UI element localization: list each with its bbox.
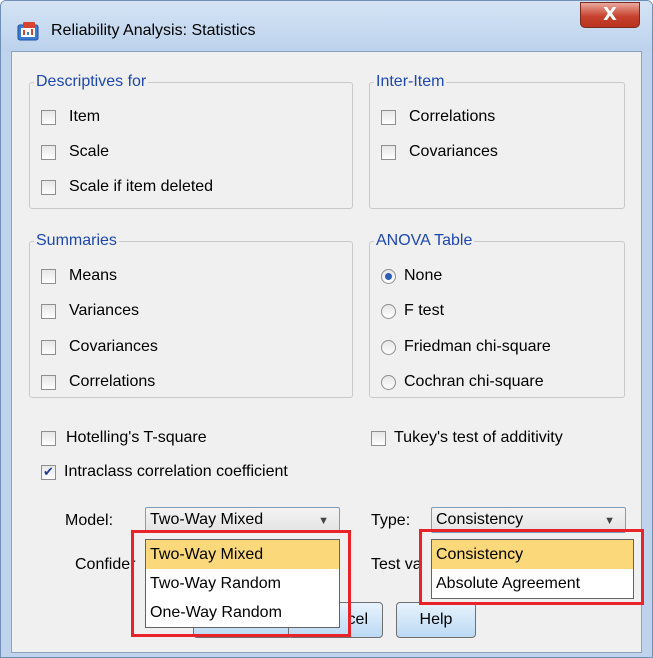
sum-correlations-checkbox[interactable] <box>41 374 56 390</box>
model-select[interactable]: Two-Way Mixed ▼ <box>145 507 340 533</box>
variances-label: Variances <box>69 302 139 319</box>
radio-friedman[interactable]: Friedman chi-square <box>381 336 551 358</box>
summaries-legend: Summaries <box>36 232 117 249</box>
cochran-label: Cochran chi-square <box>404 373 544 390</box>
checkbox-inter-correlations[interactable]: Correlations <box>381 106 495 128</box>
hotelling-label: Hotelling's T-square <box>66 429 207 446</box>
checkbox-hotelling[interactable]: Hotelling's T-square <box>41 427 207 449</box>
variances-checkbox[interactable] <box>41 303 56 319</box>
radio-selected-dot <box>385 272 392 280</box>
sum-covariances-label: Covariances <box>69 338 158 355</box>
inter-covariances-checkbox[interactable] <box>381 144 396 160</box>
scale-checkbox[interactable] <box>41 144 56 160</box>
model-select-value: Two-Way Mixed <box>150 511 264 528</box>
checkbox-sum-correlations[interactable]: Correlations <box>41 371 155 393</box>
checkbox-means[interactable]: Means <box>41 265 117 287</box>
checkbox-scale[interactable]: Scale <box>41 141 109 163</box>
radio-cochran[interactable]: Cochran chi-square <box>381 371 544 393</box>
type-option-absolute-agreement[interactable]: Absolute Agreement <box>432 569 633 598</box>
means-checkbox[interactable] <box>41 268 56 284</box>
title-bar[interactable]: Reliability Analysis: Statistics X <box>1 1 652 51</box>
spss-app-icon <box>17 22 39 41</box>
radio-none[interactable]: None <box>381 265 442 287</box>
descriptives-legend: Descriptives for <box>36 73 147 90</box>
friedman-label: Friedman chi-square <box>404 338 551 355</box>
type-label: Type: <box>371 512 411 529</box>
close-button[interactable]: X <box>580 2 640 28</box>
means-label: Means <box>69 267 118 284</box>
hotelling-checkbox[interactable] <box>41 430 56 446</box>
type-option-consistency[interactable]: Consistency <box>432 540 633 569</box>
radio-f-test[interactable]: F test <box>381 300 444 322</box>
close-icon: X <box>603 4 617 25</box>
dialog-body: Descriptives for Item Scale Scale if ite… <box>11 51 644 653</box>
model-option-two-way-random[interactable]: Two-Way Random <box>146 569 339 598</box>
dialog-window: Reliability Analysis: Statistics X Descr… <box>0 0 653 658</box>
f-test-radio[interactable] <box>381 303 396 319</box>
scale-label: Scale <box>69 143 110 160</box>
item-label: Item <box>69 108 101 125</box>
confidence-interval-label: Confider <box>75 556 136 573</box>
sum-correlations-label: Correlations <box>69 373 156 390</box>
checkbox-sum-covariances[interactable]: Covariances <box>41 336 158 358</box>
none-radio[interactable] <box>381 268 396 284</box>
help-button-label: Help <box>419 611 453 628</box>
inter-correlations-label: Correlations <box>409 108 496 125</box>
anova-legend: ANOVA Table <box>376 232 473 249</box>
model-label: Model: <box>65 512 114 529</box>
type-select[interactable]: Consistency ▼ <box>431 507 626 533</box>
checkbox-item[interactable]: Item <box>41 106 100 128</box>
checkbox-icc[interactable]: ✔ Intraclass correlation coefficient <box>41 461 288 483</box>
model-dropdown-list: Two-Way Mixed Two-Way Random One-Way Ran… <box>145 539 340 628</box>
tukey-checkbox[interactable] <box>371 430 386 446</box>
inter-correlations-checkbox[interactable] <box>381 109 396 125</box>
cancel-button-label: cel <box>347 611 368 628</box>
window-title: Reliability Analysis: Statistics <box>51 22 256 39</box>
checkbox-inter-covariances[interactable]: Covariances <box>381 141 498 163</box>
chevron-down-icon: ▼ <box>318 515 329 527</box>
type-select-value: Consistency <box>436 511 524 528</box>
item-checkbox[interactable] <box>41 109 56 125</box>
inter-covariances-label: Covariances <box>409 143 498 160</box>
checkmark-icon: ✔ <box>43 464 54 480</box>
icc-label: Intraclass correlation coefficient <box>64 463 288 480</box>
checkbox-variances[interactable]: Variances <box>41 300 139 322</box>
cochran-radio[interactable] <box>381 374 396 390</box>
scale-if-deleted-label: Scale if item deleted <box>69 178 214 195</box>
friedman-radio[interactable] <box>381 339 396 355</box>
scale-if-deleted-checkbox[interactable] <box>41 179 56 195</box>
model-option-two-way-mixed[interactable]: Two-Way Mixed <box>146 540 339 569</box>
icc-checkbox[interactable]: ✔ <box>41 464 56 480</box>
tukey-label: Tukey's test of additivity <box>394 429 563 446</box>
chevron-down-icon: ▼ <box>604 515 615 527</box>
f-test-label: F test <box>404 302 445 319</box>
sum-covariances-checkbox[interactable] <box>41 339 56 355</box>
model-option-one-way-random[interactable]: One-Way Random <box>146 598 339 627</box>
none-label: None <box>404 267 443 284</box>
type-dropdown-list: Consistency Absolute Agreement <box>431 539 634 599</box>
help-button[interactable]: Help <box>396 602 476 638</box>
checkbox-tukey[interactable]: Tukey's test of additivity <box>371 427 563 449</box>
test-value-label: Test va <box>371 556 422 573</box>
inter-item-legend: Inter-Item <box>376 73 445 90</box>
checkbox-scale-if-deleted[interactable]: Scale if item deleted <box>41 176 213 198</box>
